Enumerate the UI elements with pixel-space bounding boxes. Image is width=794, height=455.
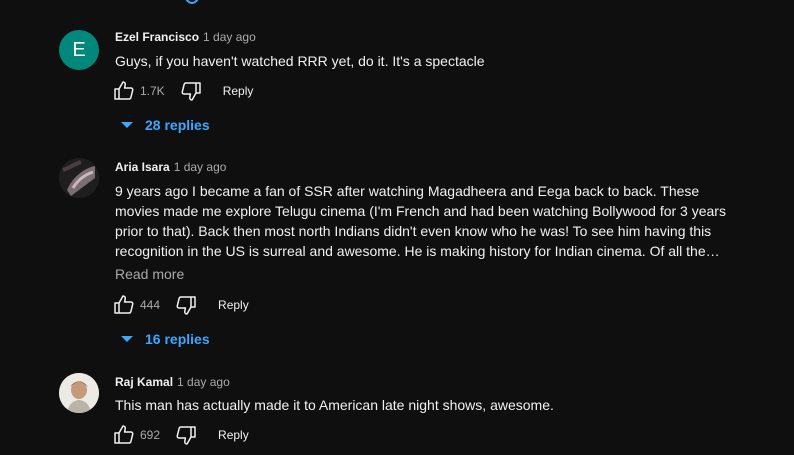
comment-actions: 692 Reply — [112, 423, 249, 447]
comment-raj: Raj Kamal 1 day ago This man has actually… — [0, 0, 794, 455]
like-icon[interactable] — [112, 423, 136, 447]
avatar-image — [59, 373, 99, 413]
comment-text: This man has actually made it to America… — [115, 397, 554, 413]
comment-time[interactable]: 1 day ago — [177, 375, 230, 389]
avatar[interactable] — [59, 373, 99, 413]
comment-author[interactable]: Raj Kamal 1 day ago — [115, 375, 230, 389]
like-count: 692 — [140, 428, 161, 442]
reply-button[interactable]: Reply — [218, 428, 249, 442]
dislike-icon[interactable] — [174, 423, 198, 447]
